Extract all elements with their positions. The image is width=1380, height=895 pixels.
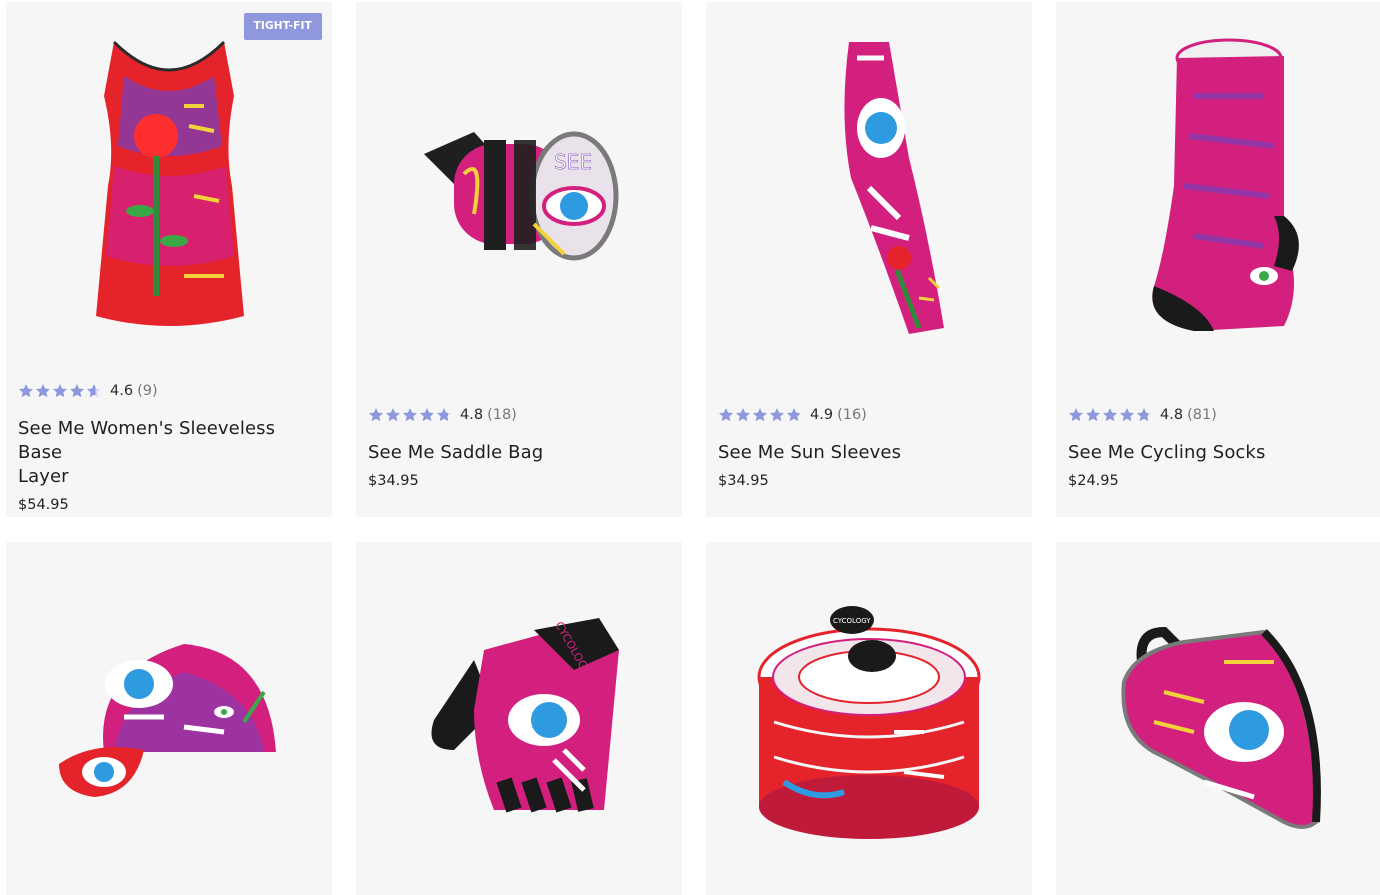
star-icon [70,384,84,398]
product-title[interactable]: See Me Sun Sleeves [718,441,1020,465]
rating-row: 4.9 (16) [718,405,1020,425]
star-icon [1137,408,1151,422]
frame-bag-icon[interactable] [1104,622,1334,832]
arm-sleeve-icon[interactable] [779,38,959,338]
star-icon [87,384,101,398]
product-price: $34.95 [718,473,769,489]
rating-row: 4.8 (81) [1068,405,1370,425]
product-grid: TIGHT-FIT 4.6 (9) See Me Women's Sleevel… [0,0,1380,895]
review-count: (81) [1187,407,1217,423]
star-icon [787,408,801,422]
rating-row: 4.6 (9) [18,381,320,401]
star-rating [1068,407,1152,423]
star-icon [36,384,50,398]
saddle-bag-icon[interactable]: SEE [414,114,624,274]
star-icon [53,384,67,398]
product-price: $24.95 [1068,473,1119,489]
star-icon [1120,408,1134,422]
star-icon [420,408,434,422]
sock-icon[interactable] [1134,36,1304,336]
product-title[interactable]: See Me Cycling Socks [1068,441,1370,465]
product-card[interactable]: SEE 4.8 (18) See Me Saddle Bag $34.95 [356,2,682,517]
bar-tape-icon[interactable]: CYCOLOGY [754,602,984,842]
star-rating [18,383,102,399]
star-icon [386,408,400,422]
product-title[interactable]: See Me Women's Sleeveless Base [18,417,320,465]
product-title-line2[interactable]: Layer [18,465,320,489]
product-card[interactable]: 4.9 (16) See Me Sun Sleeves $34.95 [706,2,1032,517]
star-icon [1103,408,1117,422]
star-icon [19,384,33,398]
glove-icon[interactable]: CYCOLOGY [414,610,624,820]
star-icon [403,408,417,422]
fit-badge: TIGHT-FIT [243,13,322,40]
star-rating [368,407,452,423]
product-info: 4.8 (18) See Me Saddle Bag $34.95 [368,405,670,489]
star-icon [1086,408,1100,422]
star-icon [437,408,451,422]
product-info: 4.8 (81) See Me Cycling Socks $24.95 [1068,405,1370,489]
star-icon [736,408,750,422]
cycling-cap-icon[interactable] [54,632,284,802]
star-icon [369,408,383,422]
product-info: 4.6 (9) See Me Women's Sleeveless Base L… [18,381,320,513]
star-icon [1069,408,1083,422]
product-card[interactable]: 4.8 (81) See Me Cycling Socks $24.95 [1056,2,1380,517]
star-icon [753,408,767,422]
review-count: (16) [837,407,867,423]
product-card[interactable]: CYCOLOGY [706,542,1032,895]
product-card[interactable]: TIGHT-FIT 4.6 (9) See Me Women's Sleevel… [6,2,332,517]
product-info: 4.9 (16) See Me Sun Sleeves $34.95 [718,405,1020,489]
product-price: $34.95 [368,473,419,489]
star-icon [770,408,784,422]
review-count: (9) [137,383,158,399]
product-card[interactable] [6,542,332,895]
product-price: $54.95 [18,497,69,513]
product-card[interactable]: CYCOLOGY [356,542,682,895]
rating-value: 4.8 [460,407,484,423]
product-title[interactable]: See Me Saddle Bag [368,441,670,465]
star-rating [718,407,802,423]
star-icon [719,408,733,422]
product-card[interactable] [1056,542,1380,895]
rating-value: 4.8 [1160,407,1184,423]
rating-value: 4.9 [810,407,834,423]
rating-value: 4.6 [110,383,134,399]
sleeveless-jersey-icon[interactable] [84,36,254,336]
svg-text:SEE: SEE [554,150,592,174]
review-count: (18) [487,407,517,423]
brand-text: CYCOLOGY [833,617,871,625]
rating-row: 4.8 (18) [368,405,670,425]
